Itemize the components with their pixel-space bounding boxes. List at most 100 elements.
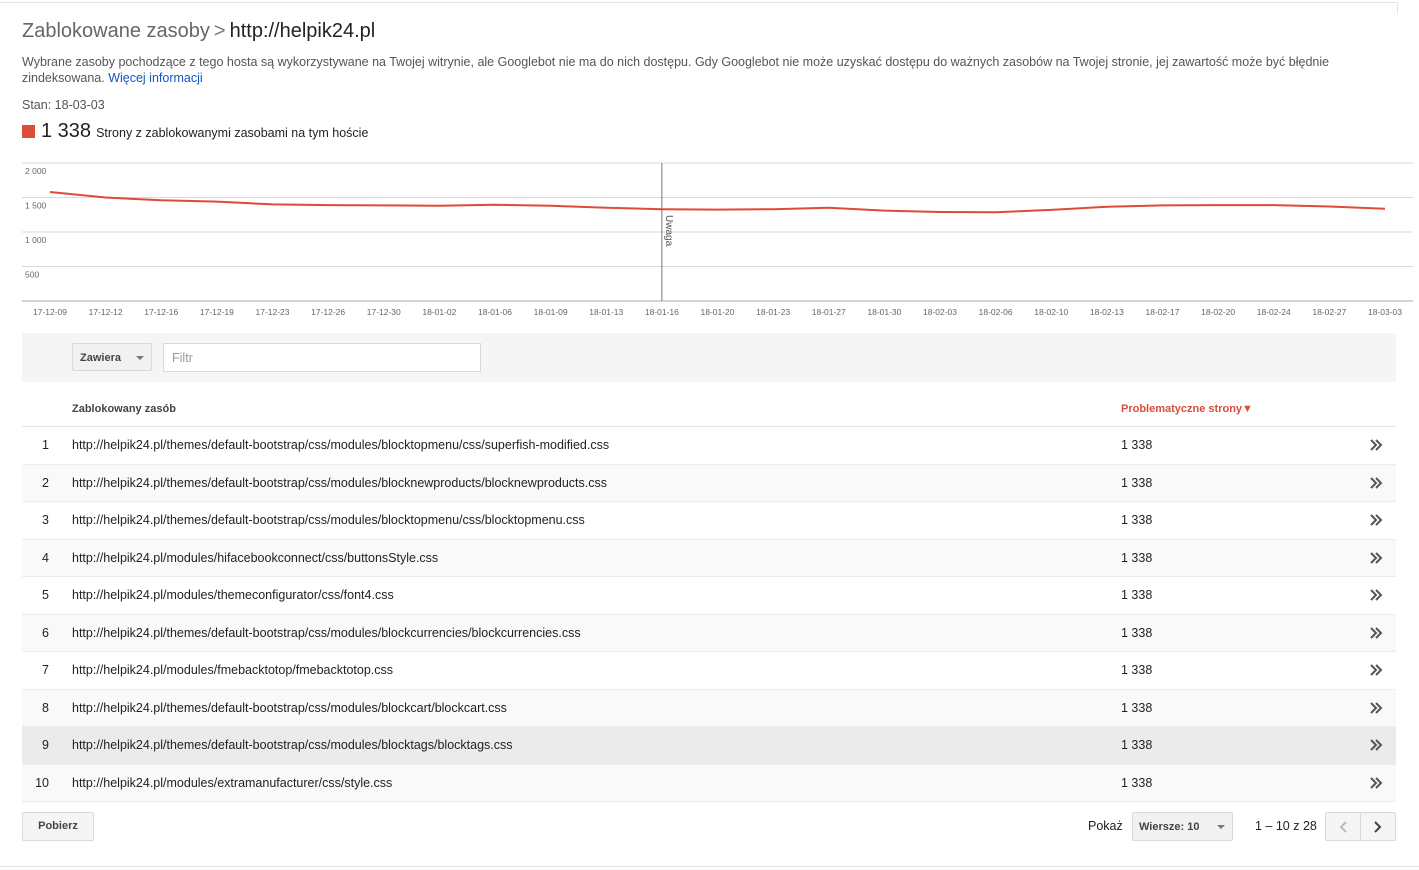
x-tick-label: 17-12-26 (311, 307, 345, 317)
problem-pages-count: 1 338 (1121, 663, 1153, 677)
show-label: Pokaż (1088, 819, 1123, 833)
x-tick-label: 18-02-27 (1312, 307, 1346, 317)
resource-url[interactable]: http://helpik24.pl/themes/default-bootst… (72, 701, 507, 715)
table-row[interactable]: 3 http://helpik24.pl/themes/default-boots… (22, 502, 1396, 540)
filter-input[interactable] (163, 343, 481, 372)
table-row[interactable]: 5 http://helpik24.pl/modules/themeconfigu… (22, 577, 1396, 615)
description: Wybrane zasoby pochodzące z tego hosta s… (22, 54, 1397, 86)
column-header-resource[interactable]: Zablokowany zasób (72, 403, 176, 415)
next-page-button[interactable] (1360, 812, 1396, 841)
table-row[interactable]: 4 http://helpik24.pl/modules/hifacebookco… (22, 539, 1396, 577)
x-tick-label: 17-12-16 (144, 307, 178, 317)
x-tick-label: 18-01-09 (534, 307, 568, 317)
sort-desc-icon: ▼ (1242, 403, 1253, 415)
row-number: 3 (42, 513, 49, 527)
resource-url[interactable]: http://helpik24.pl/themes/default-bootst… (72, 738, 513, 752)
bottom-divider (0, 866, 1419, 867)
x-tick-label: 17-12-12 (89, 307, 123, 317)
column-header-pages-label: Problematyczne strony (1121, 403, 1243, 415)
problem-pages-count: 1 338 (1121, 438, 1153, 452)
double-chevron-right-icon[interactable] (1368, 587, 1384, 603)
x-tick-label: 18-01-30 (867, 307, 901, 317)
resource-url[interactable]: http://helpik24.pl/modules/hifacebookcon… (72, 551, 438, 565)
row-number: 6 (42, 625, 49, 640)
x-tick-label: 18-03-03 (1368, 307, 1402, 317)
page-title: Zablokowane zasoby > http://helpik24.pl (22, 20, 375, 43)
double-chevron-right-icon[interactable] (1368, 550, 1384, 566)
resource-url[interactable]: http://helpik24.pl/modules/extramanufact… (72, 776, 392, 790)
x-tick-label: 18-02-03 (923, 307, 957, 317)
x-tick-label: 18-02-10 (1034, 307, 1068, 317)
filter-mode-label: Zawiera (80, 352, 121, 364)
problem-pages-count: 1 338 (1121, 513, 1153, 527)
filter-bar: Zawiera (22, 333, 1396, 382)
top-divider (0, 2, 1397, 3)
x-tick-label: 18-01-13 (589, 307, 623, 317)
resource-url[interactable]: http://helpik24.pl/themes/default-bootst… (72, 438, 609, 452)
table-row[interactable]: 10 http://helpik24.pl/modules/extramanufa… (22, 764, 1396, 802)
problem-pages-count: 1 338 (1121, 775, 1153, 790)
status-date: Stan: 18-03-03 (22, 98, 105, 112)
table-row[interactable]: 8 http://helpik24.pl/themes/default-boots… (22, 689, 1396, 727)
table-row[interactable]: 9 http://helpik24.pl/themes/default-boots… (22, 727, 1396, 765)
download-button[interactable]: Pobierz (22, 812, 94, 841)
x-tick-label: 18-01-02 (422, 307, 456, 317)
double-chevron-right-icon[interactable] (1368, 775, 1384, 791)
double-chevron-right-icon[interactable] (1368, 662, 1384, 678)
resource-url[interactable]: http://helpik24.pl/themes/default-bootst… (72, 476, 607, 490)
stat-summary: 1 338 Strony z zablokowanymi zasobami na… (22, 120, 368, 143)
row-number: 2 (42, 475, 49, 490)
problem-pages-count: 1 338 (1121, 738, 1153, 752)
stat-value: 1 338 (41, 120, 92, 142)
x-tick-label: 18-02-13 (1090, 307, 1124, 317)
rows-per-page-label: Wiersze: 10 (1139, 821, 1200, 833)
resource-url[interactable]: http://helpik24.pl/themes/default-bootst… (72, 626, 581, 640)
table-row[interactable]: 1 http://helpik24.pl/themes/default-boots… (22, 427, 1396, 465)
breadcrumb-section[interactable]: Zablokowane zasoby (22, 20, 210, 42)
x-tick-label: 17-12-19 (200, 307, 234, 317)
x-tick-label: 18-01-16 (645, 307, 679, 317)
column-header-pages[interactable]: Problematyczne strony▼ (1121, 403, 1253, 415)
previous-page-button[interactable] (1325, 812, 1361, 841)
pagination-range: 1 – 10 z 28 (1255, 819, 1317, 833)
stat-label: Strony z zablokowanymi zasobami na tym h… (96, 126, 369, 140)
breadcrumb-separator: > (213, 20, 226, 42)
table-row[interactable]: 6 http://helpik24.pl/themes/default-boots… (22, 614, 1396, 652)
table-row[interactable]: 2 http://helpik24.pl/themes/default-boots… (22, 464, 1396, 502)
chevron-left-icon (1339, 821, 1347, 833)
row-number: 9 (42, 738, 49, 752)
double-chevron-right-icon[interactable] (1368, 437, 1384, 453)
filter-mode-dropdown[interactable]: Zawiera (72, 343, 152, 371)
rows-per-page-dropdown[interactable]: Wiersze: 10 (1132, 812, 1233, 841)
description-text: Wybrane zasoby pochodzące z tego hosta s… (22, 55, 1330, 85)
x-tick-label: 18-01-27 (812, 307, 846, 317)
x-tick-label: 17-12-30 (367, 307, 401, 317)
resource-url[interactable]: http://helpik24.pl/themes/default-bootst… (72, 513, 585, 527)
resource-url[interactable]: http://helpik24.pl/modules/themeconfigur… (72, 588, 394, 602)
table-header: Zablokowany zasób Problematyczne strony▼ (22, 392, 1396, 427)
double-chevron-right-icon[interactable] (1368, 512, 1384, 528)
row-number: 7 (42, 663, 49, 677)
double-chevron-right-icon[interactable] (1368, 475, 1384, 491)
resource-url[interactable]: http://helpik24.pl/modules/fmebacktotop/… (72, 663, 393, 677)
chevron-down-icon (136, 356, 144, 360)
row-number: 5 (42, 588, 49, 602)
double-chevron-right-icon[interactable] (1368, 625, 1384, 641)
row-number: 10 (35, 775, 49, 790)
x-tick-label: 18-01-23 (756, 307, 790, 317)
y-tick-label: 1 500 (25, 201, 47, 211)
problem-pages-count: 1 338 (1121, 475, 1153, 490)
annotation-label: Uwaga (663, 215, 674, 247)
y-tick-label: 500 (25, 270, 39, 280)
y-tick-label: 1 000 (25, 235, 47, 245)
table-row[interactable]: 7 http://helpik24.pl/modules/fmebacktotop… (22, 652, 1396, 690)
row-number: 4 (42, 550, 49, 565)
problem-pages-count: 1 338 (1121, 550, 1153, 565)
row-number: 1 (42, 438, 49, 452)
problem-pages-count: 1 338 (1121, 700, 1153, 715)
series-line[interactable] (49, 191, 1386, 214)
double-chevron-right-icon[interactable] (1368, 700, 1384, 716)
blocked-pages-chart: 2 000 1 500 1 000 500 Uwaga 17-12-09 17-12-12 1… (22, 162, 1413, 317)
double-chevron-right-icon[interactable] (1368, 737, 1384, 753)
more-info-link[interactable]: Więcej informacji (108, 71, 202, 85)
